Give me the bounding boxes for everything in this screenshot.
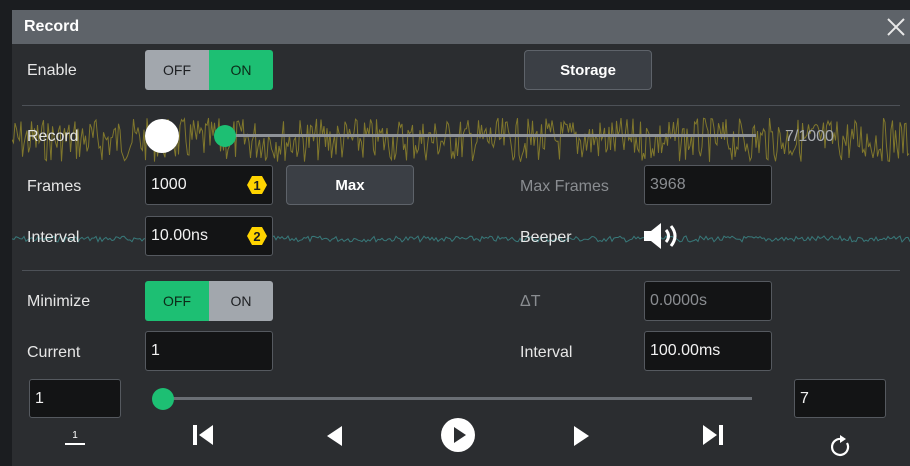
interval-value: 10.00ns bbox=[151, 227, 208, 244]
delta-t-label: ΔT bbox=[520, 293, 541, 310]
svg-text:1: 1 bbox=[72, 430, 78, 441]
storage-button[interactable]: Storage bbox=[524, 50, 652, 90]
range-end-value: 7 bbox=[800, 389, 809, 407]
divider bbox=[22, 270, 900, 271]
skip-to-last-icon[interactable] bbox=[700, 422, 726, 448]
enable-off-option[interactable]: OFF bbox=[145, 50, 209, 90]
play-icon[interactable] bbox=[440, 417, 476, 453]
close-icon[interactable] bbox=[882, 13, 910, 41]
record-progress-text: 7/1000 bbox=[785, 128, 834, 145]
record-label: Record bbox=[27, 128, 79, 145]
current-label: Current bbox=[27, 344, 81, 361]
frames-badge-icon: 1 bbox=[247, 176, 267, 194]
delta-t-field: 0.0000s bbox=[644, 281, 772, 321]
divider bbox=[22, 105, 900, 106]
dialog-title-bar: Record bbox=[12, 10, 910, 44]
record-toggle-knob[interactable] bbox=[145, 119, 179, 153]
current-field[interactable]: 1 bbox=[145, 331, 273, 371]
beeper-label: Beeper bbox=[520, 229, 572, 246]
max-button[interactable]: Max bbox=[286, 165, 414, 205]
minimize-toggle[interactable]: OFF ON bbox=[145, 281, 273, 321]
enable-toggle[interactable]: OFF ON bbox=[145, 50, 273, 90]
max-frames-value: 3968 bbox=[650, 176, 686, 193]
interval-playback-label: Interval bbox=[520, 344, 573, 361]
range-start-field[interactable]: 1 bbox=[29, 379, 121, 418]
interval-playback-field[interactable]: 100.00ms bbox=[644, 331, 772, 371]
max-frames-field: 3968 bbox=[644, 165, 772, 205]
interval-label: Interval bbox=[27, 229, 80, 246]
frames-label: Frames bbox=[27, 178, 82, 195]
current-value: 1 bbox=[151, 342, 160, 359]
frames-value: 1000 bbox=[151, 176, 187, 193]
range-end-field[interactable]: 7 bbox=[794, 379, 886, 418]
step-forward-icon[interactable] bbox=[570, 424, 592, 448]
range-slider-track[interactable] bbox=[164, 397, 752, 400]
minimize-on-option[interactable]: ON bbox=[209, 281, 273, 321]
minimize-label: Minimize bbox=[27, 293, 91, 310]
interval-badge-icon: 2 bbox=[247, 227, 267, 245]
enable-label: Enable bbox=[27, 62, 77, 79]
range-slider-knob[interactable] bbox=[152, 388, 174, 410]
record-panel: Enable OFF ON Storage Record 7/1000 Fram… bbox=[12, 44, 910, 466]
set-start-icon[interactable]: 1 bbox=[62, 424, 88, 450]
speaker-icon[interactable] bbox=[642, 221, 684, 251]
interval-playback-value: 100.00ms bbox=[650, 342, 721, 359]
record-progress-knob bbox=[214, 125, 236, 147]
range-start-value: 1 bbox=[35, 389, 44, 407]
skip-to-first-icon[interactable] bbox=[190, 422, 216, 448]
minimize-off-option[interactable]: OFF bbox=[145, 281, 209, 321]
frames-badge-number: 1 bbox=[253, 178, 260, 193]
step-back-icon[interactable] bbox=[324, 424, 346, 448]
enable-on-option[interactable]: ON bbox=[209, 50, 273, 90]
delta-t-value: 0.0000s bbox=[650, 292, 707, 309]
dialog-title: Record bbox=[24, 18, 80, 35]
interval-badge-number: 2 bbox=[253, 229, 260, 244]
record-progress-track bbox=[226, 134, 756, 137]
max-frames-label: Max Frames bbox=[520, 178, 609, 195]
repeat-icon[interactable] bbox=[828, 434, 854, 460]
